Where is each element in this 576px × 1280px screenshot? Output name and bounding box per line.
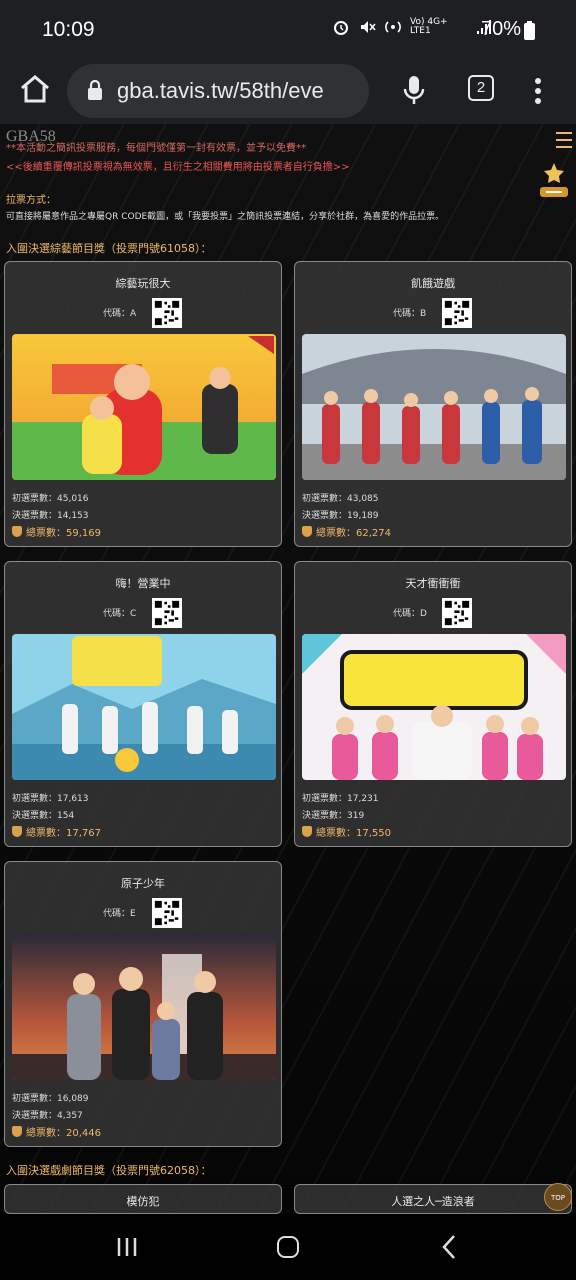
nominee-image[interactable] <box>12 934 276 1080</box>
url-bar[interactable]: gba.tavis.tw/58th/eve <box>67 64 369 118</box>
browser-toolbar: gba.tavis.tw/58th/eve 2 <box>0 62 576 124</box>
home-button[interactable] <box>277 1236 299 1258</box>
total-votes-text: 總票數：59,169 <box>26 528 101 539</box>
status-icons: Vo) 4G+ LTE1 <box>332 18 492 36</box>
nominee-card-c[interactable]: 嗨！營業中 代碼：C 初選票數：17,613 決選票數：154 總票數：17,7… <box>4 561 282 847</box>
url-text: gba.tavis.tw/58th/eve <box>117 78 324 103</box>
mute-icon <box>361 21 376 33</box>
back-icon[interactable] <box>440 1234 458 1260</box>
final-votes: 決選票數：154 <box>12 811 75 821</box>
nominee-image[interactable] <box>302 334 566 480</box>
qr-code-icon[interactable] <box>152 298 182 328</box>
qr-code-icon[interactable] <box>152 898 182 928</box>
more-options-icon[interactable] <box>528 74 548 108</box>
trophy-icon <box>12 826 22 837</box>
qr-code-icon[interactable] <box>152 598 182 628</box>
initial-votes: 初選票數：45,016 <box>12 494 89 504</box>
final-votes: 決選票數：19,189 <box>302 511 379 521</box>
web-page[interactable]: GBA58 **本活動之簡訊投票服務，每個門號僅第一封有效票，並予以免費** <… <box>0 124 576 1214</box>
nominee-image[interactable] <box>12 334 276 480</box>
network-label: Vo) 4G+ LTE1 <box>410 17 448 36</box>
initial-votes: 初選票數：43,085 <box>302 494 379 504</box>
nominee-image[interactable] <box>12 634 276 780</box>
status-bar: 10:09 Vo) 4G+ LTE1 70% <box>0 0 576 62</box>
total-votes: 總票數：59,169 <box>12 524 101 539</box>
total-votes-text: 總票數：20,446 <box>26 1128 101 1139</box>
initial-votes: 初選票數：17,231 <box>302 794 379 804</box>
back-to-top-button[interactable]: TOP <box>544 1183 572 1211</box>
nominee-title: 嗨！營業中 <box>115 577 171 590</box>
qr-code-icon[interactable] <box>442 598 472 628</box>
notice-duplicate-vote: <<後續重覆傳訊投票視為無效票，且衍生之相關費用將由投票者自行負擔>> <box>6 162 350 173</box>
battery-level: 70% <box>481 18 522 40</box>
total-votes: 總票數：20,446 <box>12 1124 101 1139</box>
nominee-card-drama-2[interactable]: 人選之人─造浪者 <box>294 1184 572 1214</box>
nominee-card-e[interactable]: 原子少年 代碼：E 初選票數：16,089 決選票數：4,357 總票數：20,… <box>4 861 282 1147</box>
nominee-card-a[interactable]: 綜藝玩很大 代碼：A 初選票數：45,016 決選票數：14,153 總票數：5… <box>4 261 282 547</box>
qr-code-icon[interactable] <box>442 298 472 328</box>
nominee-card-b[interactable]: 飢餓遊戲 代碼：B 初選票數：43,085 決選票數：19,189 總票數：62… <box>294 261 572 547</box>
alarm-icon <box>334 21 348 35</box>
nominee-code: 代碼：C <box>103 609 137 619</box>
nominee-title: 原子少年 <box>121 877 165 890</box>
total-votes: 總票數：62,274 <box>302 524 391 539</box>
initial-votes: 初選票數：17,613 <box>12 794 89 804</box>
method-label: 拉票方式： <box>6 195 56 206</box>
vote-badge-icon[interactable] <box>536 160 572 202</box>
nominee-image[interactable] <box>302 634 566 780</box>
total-votes: 總票數：17,550 <box>302 824 391 839</box>
drama-award-title: 入圍決選戲劇節目獎（投票門號62058）： <box>6 1164 212 1177</box>
trophy-icon <box>302 526 312 537</box>
nominee-code: 代碼：B <box>393 309 427 319</box>
nominee-title: 天才衝衝衝 <box>405 577 461 590</box>
final-votes: 決選票數：14,153 <box>12 511 89 521</box>
nominee-title: 飢餓遊戲 <box>411 277 455 290</box>
nominee-code: 代碼：E <box>103 909 136 919</box>
nominee-code: 代碼：D <box>393 609 427 619</box>
total-votes-text: 總票數：62,274 <box>316 528 391 539</box>
clock: 10:09 <box>42 18 95 41</box>
hamburger-menu-icon[interactable] <box>556 132 572 148</box>
initial-votes: 初選票數：16,089 <box>12 1094 89 1104</box>
nominee-card-drama-1[interactable]: 模仿犯 <box>4 1184 282 1214</box>
tab-switcher-button[interactable]: 2 <box>468 75 494 101</box>
nominee-card-d[interactable]: 天才衝衝衝 代碼：D 初選票數：17,231 決選票數：319 總票數：17,5… <box>294 561 572 847</box>
trophy-icon <box>12 1126 22 1137</box>
android-nav-bar <box>0 1214 576 1280</box>
nominee-title: 綜藝玩很大 <box>115 277 171 290</box>
recent-apps-icon[interactable] <box>116 1236 138 1258</box>
trophy-icon <box>302 826 312 837</box>
method-text: 可直接將屬意作品之專屬QR CODE截圖，或「我要投票」之簡訊投票連結，分享於社… <box>6 212 445 222</box>
home-icon[interactable] <box>18 72 52 106</box>
variety-award-title: 入圍決選綜藝節目獎（投票門號61058）： <box>6 242 212 255</box>
microphone-icon[interactable] <box>402 74 426 106</box>
total-votes-text: 總票數：17,767 <box>26 828 101 839</box>
total-votes-text: 總票數：17,550 <box>316 828 391 839</box>
final-votes: 決選票數：4,357 <box>12 1111 83 1121</box>
hotspot-icon <box>385 21 401 33</box>
battery-icon <box>524 21 535 40</box>
notice-free-vote: **本活動之簡訊投票服務，每個門號僅第一封有效票，並予以免費** <box>6 143 306 154</box>
final-votes: 決選票數：319 <box>302 811 365 821</box>
trophy-icon <box>12 526 22 537</box>
total-votes: 總票數：17,767 <box>12 824 101 839</box>
nominee-code: 代碼：A <box>103 309 137 319</box>
lock-icon <box>88 79 102 100</box>
